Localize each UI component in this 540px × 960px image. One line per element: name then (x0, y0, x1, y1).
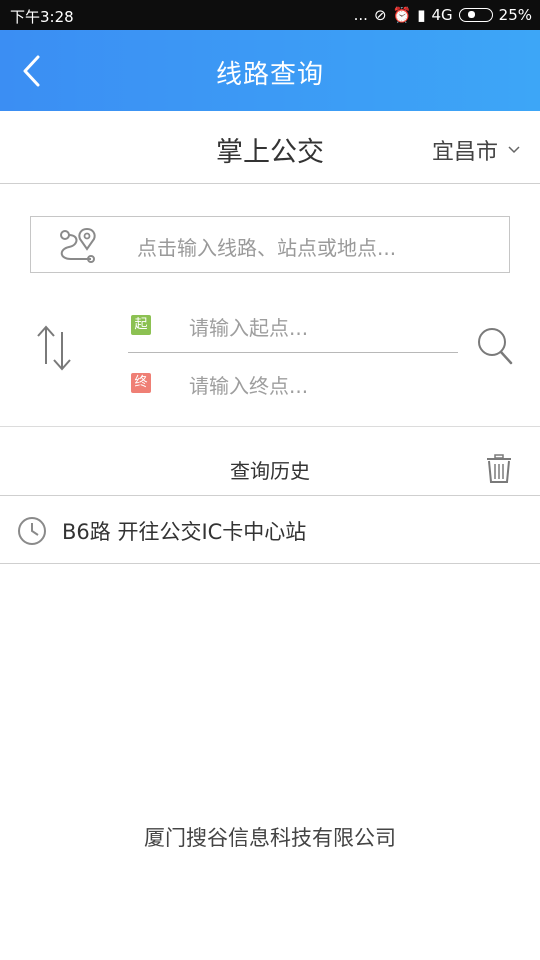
alarm-off-icon: ⊘ (373, 6, 387, 24)
start-badge: 起 (131, 315, 151, 335)
battery-icon (458, 8, 493, 22)
end-badge: 终 (131, 373, 151, 393)
more-dots: ... (353, 6, 368, 24)
input-divider (128, 352, 458, 353)
page-title: 线路查询 (215, 60, 324, 90)
signal-icon: ▮ (417, 6, 426, 24)
history-item-label: B6路 开往公交IC卡中心站 (62, 520, 307, 544)
company-footer: 厦门搜谷信息科技有限公司 (144, 826, 396, 850)
trash-icon[interactable] (486, 454, 512, 484)
search-placeholder: 点击输入线路、站点或地点... (137, 236, 397, 260)
subheader: 掌上公交 宜昌市 (0, 111, 540, 184)
route-icon (60, 227, 96, 263)
clock-icon (18, 517, 46, 545)
search-input[interactable]: 点击输入线路、站点或地点... (30, 216, 510, 273)
status-bar: 下午3:28 ... ⊘ ⏰ ▮ 4G 25% (0, 0, 540, 30)
search-icon[interactable] (476, 326, 514, 366)
status-time: 下午3:28 (10, 8, 74, 26)
history-item[interactable]: B6路 开往公交IC卡中心站 (0, 495, 540, 564)
battery-percent: 25% (498, 6, 532, 24)
section-divider (0, 426, 540, 427)
network-label: 4G (431, 6, 453, 24)
status-icons: ... ⊘ ⏰ ▮ 4G 25% (348, 6, 532, 24)
start-input[interactable]: 请输入起点... (189, 312, 308, 341)
app-header: 线路查询 (0, 30, 540, 111)
chevron-down-icon (508, 146, 520, 154)
swap-icon[interactable] (34, 324, 74, 372)
city-selector[interactable]: 宜昌市 (432, 134, 520, 166)
alarm-icon: ⏰ (392, 6, 412, 24)
history-title: 查询历史 (230, 459, 310, 483)
end-input[interactable]: 请输入终点... (189, 370, 308, 399)
city-label: 宜昌市 (431, 140, 498, 165)
